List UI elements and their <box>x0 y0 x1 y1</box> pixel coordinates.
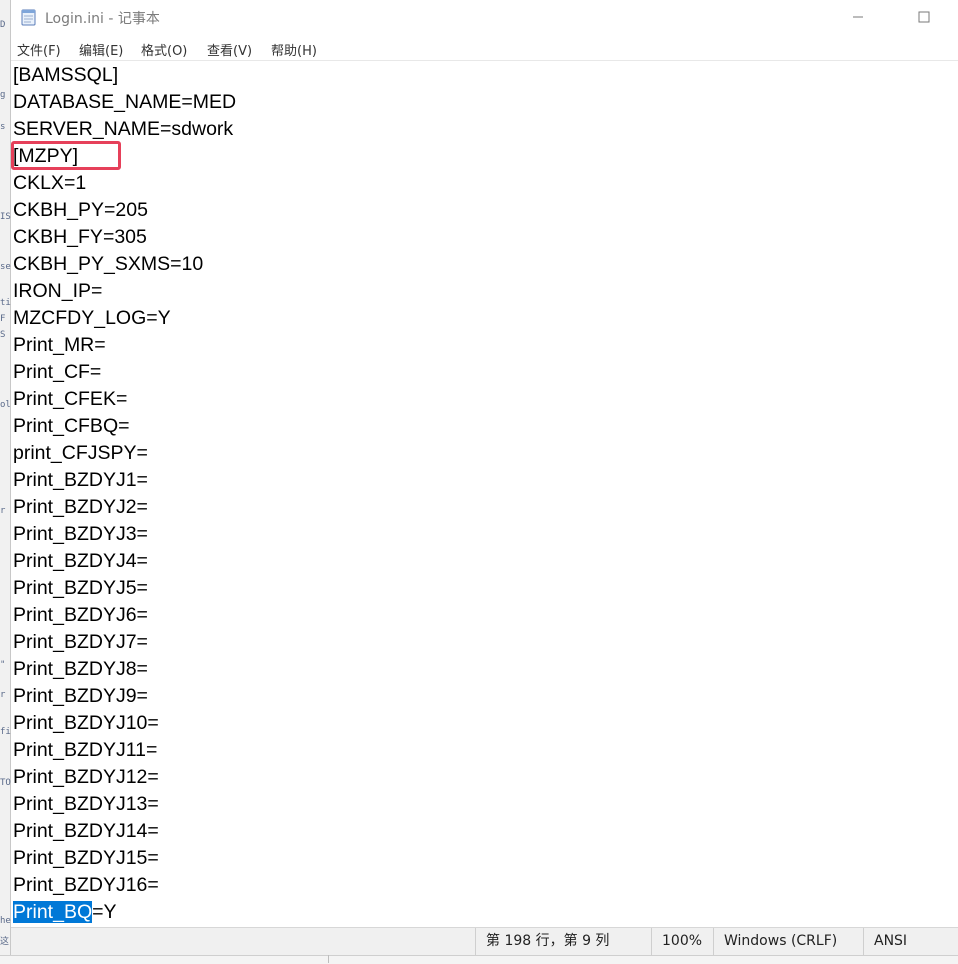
text-line-last: Print_BQ=Y <box>13 899 236 926</box>
status-cursor-position: 第 198 行，第 9 列 <box>475 928 651 955</box>
text-line: CKLX=1 <box>13 172 87 194</box>
minimize-button[interactable] <box>835 0 881 34</box>
background-text-fragment: he <box>0 916 11 926</box>
text-line: Print_BZDYJ7= <box>13 631 148 653</box>
text-line: DATABASE_NAME=MED <box>13 91 237 113</box>
text-line: Print_MR= <box>13 334 106 356</box>
background-text-fragment: g <box>0 90 6 100</box>
status-line-ending: Windows (CRLF) <box>713 928 863 955</box>
text-line: CKBH_PY=205 <box>13 199 148 221</box>
text-line: MZCFDY_LOG=Y <box>13 307 171 329</box>
background-text-fragment: 这 <box>0 937 10 946</box>
status-bar: 第 198 行，第 9 列 100% Windows (CRLF) ANSI <box>11 927 958 955</box>
annotation-highlight-box <box>11 141 121 170</box>
text-line: Print_BZDYJ4= <box>13 550 148 572</box>
background-text-fragment: S <box>0 330 6 340</box>
background-text-fragment: F <box>0 314 6 324</box>
menu-format[interactable]: 格式(O) <box>141 40 187 59</box>
maximize-icon <box>918 11 930 23</box>
menu-edit[interactable]: 编辑(E) <box>79 40 123 59</box>
window-title: Login.ini - 记事本 <box>45 11 160 27</box>
background-text-fragment: s <box>0 122 6 132</box>
text-line: Print_BZDYJ3= <box>13 523 148 545</box>
minimize-icon <box>853 16 863 18</box>
menu-file[interactable]: 文件(F) <box>17 40 61 59</box>
background-text-fragment: TO <box>0 778 11 788</box>
background-text-fragment: IS <box>0 212 11 222</box>
text-line: Print_BZDYJ12= <box>13 766 159 788</box>
text-line: Print_BZDYJ13= <box>13 793 159 815</box>
text-line: Print_BZDYJ2= <box>13 496 148 518</box>
text-line: Print_BZDYJ5= <box>13 577 148 599</box>
text-line: Print_BZDYJ14= <box>13 820 159 842</box>
status-encoding: ANSI <box>863 928 958 955</box>
text-line: Print_BZDYJ9= <box>13 685 148 707</box>
text-line: Print_BZDYJ10= <box>13 712 159 734</box>
background-text-fragment: r <box>0 690 6 700</box>
text-line: CKBH_FY=305 <box>13 226 147 248</box>
status-zoom: 100% <box>651 928 713 955</box>
notepad-icon <box>21 9 36 26</box>
title-bar[interactable]: Login.ini - 记事本 <box>11 0 958 36</box>
text-line: Print_BZDYJ16= <box>13 874 159 896</box>
unselected-text: =Y <box>92 901 117 923</box>
background-text-fragment: r <box>0 506 6 516</box>
text-line: Print_BZDYJ1= <box>13 469 148 491</box>
text-line: print_CFJSPY= <box>13 442 148 464</box>
background-text-fragment: fi <box>0 727 11 737</box>
selected-text: Print_BQ <box>13 901 93 923</box>
text-line: Print_BZDYJ6= <box>13 604 148 626</box>
maximize-button[interactable] <box>901 0 947 34</box>
text-line: SERVER_NAME=sdwork <box>13 118 234 140</box>
background-divider <box>328 955 329 963</box>
text-line: Print_BZDYJ11= <box>13 739 158 761</box>
text-line: CKBH_PY_SXMS=10 <box>13 253 204 275</box>
background-text-fragment: ol <box>0 400 11 410</box>
menu-help[interactable]: 帮助(H) <box>271 40 317 59</box>
menu-bar: 文件(F) 编辑(E) 格式(O) 查看(V) 帮助(H) <box>11 36 958 60</box>
text-line: Print_CFBQ= <box>13 415 130 437</box>
text-line: [BAMSSQL] <box>13 64 119 86</box>
background-text-fragment: " <box>0 660 6 670</box>
background-text-fragment: D <box>0 20 6 30</box>
text-line: Print_BZDYJ15= <box>13 847 159 869</box>
text-line: IRON_IP= <box>13 280 103 302</box>
text-editor[interactable]: [BAMSSQL] DATABASE_NAME=MED SERVER_NAME=… <box>11 60 958 928</box>
text-content: [BAMSSQL] DATABASE_NAME=MED SERVER_NAME=… <box>13 62 236 926</box>
notepad-window: Login.ini - 记事本 文件(F) 编辑(E) 格式(O) 查看(V) … <box>10 0 958 955</box>
text-line: Print_CF= <box>13 361 102 383</box>
text-line: Print_CFEK= <box>13 388 128 410</box>
background-text-fragment: ti <box>0 298 11 308</box>
text-line: Print_BZDYJ8= <box>13 658 148 680</box>
background-text-fragment: se <box>0 262 11 272</box>
menu-view[interactable]: 查看(V) <box>207 40 252 59</box>
